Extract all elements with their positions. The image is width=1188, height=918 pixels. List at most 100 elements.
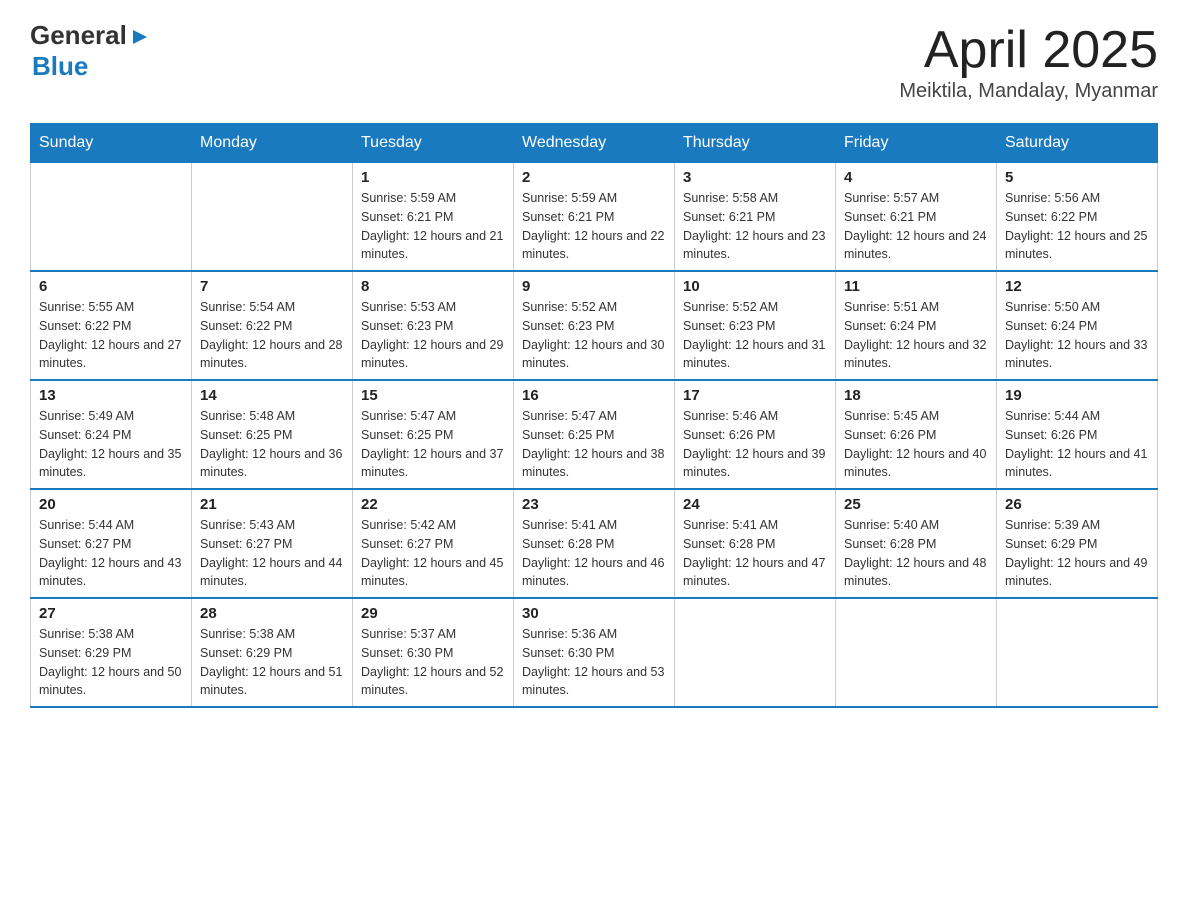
day-info: Sunrise: 5:59 AMSunset: 6:21 PMDaylight:…	[361, 189, 505, 264]
day-info: Sunrise: 5:42 AMSunset: 6:27 PMDaylight:…	[361, 516, 505, 591]
day-info: Sunrise: 5:54 AMSunset: 6:22 PMDaylight:…	[200, 298, 344, 373]
calendar-cell: 16Sunrise: 5:47 AMSunset: 6:25 PMDayligh…	[514, 380, 675, 489]
calendar-cell: 20 Sunrise: 5:44 AMSunset: 6:27 PMDayligh…	[31, 489, 192, 598]
day-number: 22	[361, 496, 505, 513]
calendar-cell	[997, 598, 1158, 707]
day-info: Sunrise: 5:52 AMSunset: 6:23 PMDaylight:…	[683, 298, 827, 373]
day-info: Sunrise: 5:37 AMSunset: 6:30 PMDaylight:…	[361, 625, 505, 700]
day-number: 25	[844, 496, 988, 513]
calendar-cell: 18 Sunrise: 5:45 AMSunset: 6:26 PMDayligh…	[836, 380, 997, 489]
calendar-week-row: 20 Sunrise: 5:44 AMSunset: 6:27 PMDayligh…	[31, 489, 1158, 598]
calendar-header-sunday: Sunday	[31, 124, 192, 163]
calendar-cell: 13 Sunrise: 5:49 AMSunset: 6:24 PMDayligh…	[31, 380, 192, 489]
calendar-cell: 7 Sunrise: 5:54 AMSunset: 6:22 PMDaylight…	[192, 271, 353, 380]
day-info: Sunrise: 5:57 AMSunset: 6:21 PMDaylight:…	[844, 189, 988, 264]
day-info: Sunrise: 5:45 AMSunset: 6:26 PMDaylight:…	[844, 407, 988, 482]
day-info: Sunrise: 5:43 AMSunset: 6:27 PMDaylight:…	[200, 516, 344, 591]
calendar-cell: 2 Sunrise: 5:59 AMSunset: 6:21 PMDaylight…	[514, 163, 675, 272]
calendar-cell: 11 Sunrise: 5:51 AMSunset: 6:24 PMDayligh…	[836, 271, 997, 380]
day-info: Sunrise: 5:49 AMSunset: 6:24 PMDaylight:…	[39, 407, 183, 482]
title-block: April 2025 Meiktila, Mandalay, Myanmar	[899, 20, 1158, 103]
day-number: 1	[361, 169, 505, 186]
day-info: Sunrise: 5:55 AMSunset: 6:22 PMDaylight:…	[39, 298, 183, 373]
day-info: Sunrise: 5:52 AMSunset: 6:23 PMDaylight:…	[522, 298, 666, 373]
calendar-header-wednesday: Wednesday	[514, 124, 675, 163]
calendar-cell: 30 Sunrise: 5:36 AMSunset: 6:30 PMDayligh…	[514, 598, 675, 707]
calendar-header-row: SundayMondayTuesdayWednesdayThursdayFrid…	[31, 124, 1158, 163]
calendar-cell: 21 Sunrise: 5:43 AMSunset: 6:27 PMDayligh…	[192, 489, 353, 598]
day-number: 14	[200, 387, 344, 404]
day-number: 28	[200, 605, 344, 622]
day-number: 3	[683, 169, 827, 186]
day-info: Sunrise: 5:41 AMSunset: 6:28 PMDaylight:…	[683, 516, 827, 591]
calendar-cell: 25 Sunrise: 5:40 AMSunset: 6:28 PMDayligh…	[836, 489, 997, 598]
day-info: Sunrise: 5:44 AMSunset: 6:26 PMDaylight:…	[1005, 407, 1149, 482]
day-number: 17	[683, 387, 827, 404]
day-number: 7	[200, 278, 344, 295]
calendar-cell: 17 Sunrise: 5:46 AMSunset: 6:26 PMDayligh…	[675, 380, 836, 489]
calendar-cell: 3Sunrise: 5:58 AMSunset: 6:21 PMDaylight…	[675, 163, 836, 272]
day-info: Sunrise: 5:40 AMSunset: 6:28 PMDaylight:…	[844, 516, 988, 591]
day-number: 29	[361, 605, 505, 622]
day-info: Sunrise: 5:41 AMSunset: 6:28 PMDaylight:…	[522, 516, 666, 591]
day-number: 26	[1005, 496, 1149, 513]
day-info: Sunrise: 5:47 AMSunset: 6:25 PMDaylight:…	[522, 407, 666, 482]
day-number: 6	[39, 278, 183, 295]
calendar-cell: 22 Sunrise: 5:42 AMSunset: 6:27 PMDayligh…	[353, 489, 514, 598]
calendar-cell	[836, 598, 997, 707]
day-number: 15	[361, 387, 505, 404]
page-subtitle: Meiktila, Mandalay, Myanmar	[899, 80, 1158, 103]
logo-general: General	[30, 20, 127, 51]
day-number: 9	[522, 278, 666, 295]
page-title: April 2025	[899, 20, 1158, 80]
calendar-cell: 9 Sunrise: 5:52 AMSunset: 6:23 PMDaylight…	[514, 271, 675, 380]
day-info: Sunrise: 5:38 AMSunset: 6:29 PMDaylight:…	[39, 625, 183, 700]
day-info: Sunrise: 5:47 AMSunset: 6:25 PMDaylight:…	[361, 407, 505, 482]
day-number: 2	[522, 169, 666, 186]
day-info: Sunrise: 5:59 AMSunset: 6:21 PMDaylight:…	[522, 189, 666, 264]
calendar-table: SundayMondayTuesdayWednesdayThursdayFrid…	[30, 123, 1158, 708]
calendar-cell: 6 Sunrise: 5:55 AMSunset: 6:22 PMDaylight…	[31, 271, 192, 380]
logo-blue: Blue	[32, 51, 88, 81]
calendar-cell: 8 Sunrise: 5:53 AMSunset: 6:23 PMDaylight…	[353, 271, 514, 380]
day-info: Sunrise: 5:36 AMSunset: 6:30 PMDaylight:…	[522, 625, 666, 700]
day-number: 5	[1005, 169, 1149, 186]
calendar-week-row: 1 Sunrise: 5:59 AMSunset: 6:21 PMDaylight…	[31, 163, 1158, 272]
day-info: Sunrise: 5:44 AMSunset: 6:27 PMDaylight:…	[39, 516, 183, 591]
day-info: Sunrise: 5:51 AMSunset: 6:24 PMDaylight:…	[844, 298, 988, 373]
day-number: 11	[844, 278, 988, 295]
day-number: 13	[39, 387, 183, 404]
calendar-header-monday: Monday	[192, 124, 353, 163]
calendar-header-friday: Friday	[836, 124, 997, 163]
calendar-cell: 12 Sunrise: 5:50 AMSunset: 6:24 PMDayligh…	[997, 271, 1158, 380]
day-info: Sunrise: 5:53 AMSunset: 6:23 PMDaylight:…	[361, 298, 505, 373]
calendar-cell: 28Sunrise: 5:38 AMSunset: 6:29 PMDayligh…	[192, 598, 353, 707]
day-info: Sunrise: 5:48 AMSunset: 6:25 PMDaylight:…	[200, 407, 344, 482]
day-number: 8	[361, 278, 505, 295]
day-info: Sunrise: 5:50 AMSunset: 6:24 PMDaylight:…	[1005, 298, 1149, 373]
day-info: Sunrise: 5:56 AMSunset: 6:22 PMDaylight:…	[1005, 189, 1149, 264]
day-number: 10	[683, 278, 827, 295]
calendar-week-row: 27 Sunrise: 5:38 AMSunset: 6:29 PMDayligh…	[31, 598, 1158, 707]
calendar-cell: 14 Sunrise: 5:48 AMSunset: 6:25 PMDayligh…	[192, 380, 353, 489]
day-number: 18	[844, 387, 988, 404]
calendar-cell	[192, 163, 353, 272]
day-number: 27	[39, 605, 183, 622]
calendar-cell: 23Sunrise: 5:41 AMSunset: 6:28 PMDayligh…	[514, 489, 675, 598]
day-info: Sunrise: 5:46 AMSunset: 6:26 PMDaylight:…	[683, 407, 827, 482]
calendar-cell: 29 Sunrise: 5:37 AMSunset: 6:30 PMDayligh…	[353, 598, 514, 707]
day-number: 12	[1005, 278, 1149, 295]
calendar-cell: 5 Sunrise: 5:56 AMSunset: 6:22 PMDaylight…	[997, 163, 1158, 272]
calendar-cell	[31, 163, 192, 272]
calendar-cell: 10 Sunrise: 5:52 AMSunset: 6:23 PMDayligh…	[675, 271, 836, 380]
day-number: 30	[522, 605, 666, 622]
calendar-header-thursday: Thursday	[675, 124, 836, 163]
calendar-cell: 24 Sunrise: 5:41 AMSunset: 6:28 PMDayligh…	[675, 489, 836, 598]
day-number: 19	[1005, 387, 1149, 404]
calendar-cell: 26 Sunrise: 5:39 AMSunset: 6:29 PMDayligh…	[997, 489, 1158, 598]
day-number: 24	[683, 496, 827, 513]
day-number: 21	[200, 496, 344, 513]
day-info: Sunrise: 5:39 AMSunset: 6:29 PMDaylight:…	[1005, 516, 1149, 591]
day-number: 20	[39, 496, 183, 513]
day-number: 4	[844, 169, 988, 186]
